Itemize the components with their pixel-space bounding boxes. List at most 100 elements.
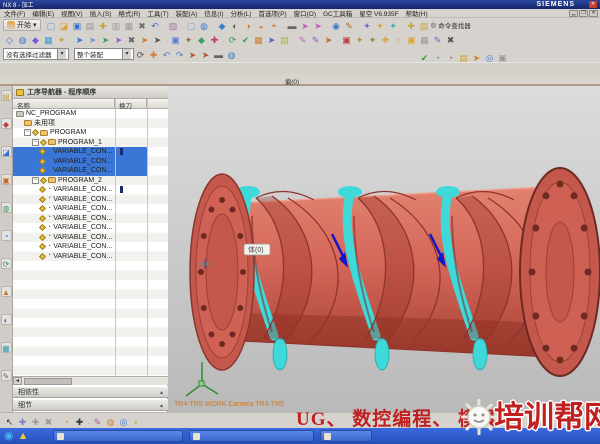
- selection-filter-select[interactable]: 没有选择过滤器 ▾: [3, 48, 69, 60]
- generate-toolpath-icon[interactable]: ⟳: [226, 33, 239, 45]
- undo-small-icon[interactable]: ↶: [160, 48, 173, 60]
- tree-row-VARIABLE_CON...[interactable]: ◔VARIABLE_CON...: [13, 195, 168, 205]
- scrollbar-thumb[interactable]: [24, 378, 72, 385]
- roles-icon[interactable]: ◐: [1, 314, 12, 325]
- tree-row-PROGRAM_1[interactable]: −PROGRAM_1: [13, 138, 168, 148]
- snap-quadrant-icon[interactable]: ➤: [151, 33, 164, 45]
- history-icon[interactable]: ⟳: [1, 258, 12, 269]
- tree-row-PROGRAM_2[interactable]: −PROGRAM_2: [13, 176, 168, 186]
- ring-tool-icon[interactable]: ○: [392, 33, 405, 45]
- gold-doc-icon[interactable]: ▣: [405, 33, 418, 45]
- internet-browser-icon[interactable]: ◔: [1, 230, 12, 241]
- interior-select-icon[interactable]: ✦: [55, 33, 68, 45]
- close-child-icon[interactable]: ✕: [589, 10, 598, 17]
- reuse-library-icon[interactable]: ▣: [1, 174, 12, 185]
- touch-pen-icon[interactable]: ✎: [1, 370, 12, 381]
- minimize-icon[interactable]: ▁: [569, 10, 578, 17]
- taskbar-app-3[interactable]: [320, 430, 372, 442]
- select-component-icon[interactable]: ◆: [29, 33, 42, 45]
- snap-midpoint-icon[interactable]: ➤: [99, 33, 112, 45]
- gold-pin-icon[interactable]: ✚: [379, 33, 392, 45]
- brush-edit-icon[interactable]: ✎: [431, 33, 444, 45]
- constraint-navigator-icon[interactable]: ◆: [1, 118, 12, 129]
- create-operation-icon[interactable]: ✚: [208, 33, 221, 45]
- menu-item-0[interactable]: 文件(F): [4, 11, 25, 18]
- chevron-down-icon[interactable]: ▾: [122, 49, 131, 59]
- snap-off-icon[interactable]: ✖: [125, 33, 138, 45]
- selection-type-filter-icon[interactable]: ◇: [3, 33, 16, 45]
- arrow-up-icon[interactable]: ➤: [199, 48, 212, 60]
- taskbar-app-1[interactable]: [53, 430, 183, 442]
- simulate-machine-icon[interactable]: ▦: [252, 33, 265, 45]
- tree-row-VARIABLE_CON...[interactable]: ◔VARIABLE_CON...: [13, 185, 168, 195]
- verify-toolpath-icon[interactable]: ✔: [239, 33, 252, 45]
- rect-select-icon[interactable]: ▬: [212, 48, 225, 60]
- arrow-down-icon[interactable]: ➤: [186, 48, 199, 60]
- lasso-select-icon[interactable]: ✎: [296, 33, 309, 45]
- lasso-curve-icon[interactable]: ✎: [91, 415, 104, 427]
- close-icon[interactable]: ✕: [589, 1, 597, 8]
- select-cursor-icon[interactable]: ↖: [3, 415, 16, 427]
- add-filter-icon[interactable]: ✚: [147, 48, 160, 60]
- magnifier-icon[interactable]: ◎: [117, 415, 130, 427]
- create-geometry-icon[interactable]: ◆: [195, 33, 208, 45]
- snap-center-icon[interactable]: ➤: [112, 33, 125, 45]
- tree-row-未用项[interactable]: 未用项: [13, 119, 168, 129]
- tree-row-NC_PROGRAM[interactable]: NC_PROGRAM: [13, 109, 168, 119]
- tree-row-VARIABLE_CON...[interactable]: ◔VARIABLE_CON...: [13, 214, 168, 224]
- cancel-icon[interactable]: ✖: [444, 33, 457, 45]
- left-flange[interactable]: [190, 174, 254, 370]
- snap-b-icon[interactable]: ✚: [29, 415, 42, 427]
- tree-row-VARIABLE_CON...[interactable]: ◔VARIABLE_CON...: [13, 157, 168, 167]
- chevron-down-icon[interactable]: ▾: [57, 49, 66, 59]
- details-bar[interactable]: 细节 ▴: [13, 399, 168, 411]
- quick-launch-stack-icon[interactable]: ▲: [18, 429, 29, 443]
- redo-small-icon[interactable]: ↷: [173, 48, 186, 60]
- shop-doc-icon[interactable]: ▤: [278, 33, 291, 45]
- create-tool-icon[interactable]: ✦: [182, 33, 195, 45]
- refresh-filter-icon[interactable]: ⟳: [134, 48, 147, 60]
- tree-row-VARIABLE_CON...[interactable]: ◔VARIABLE_CON...: [13, 242, 168, 252]
- graphics-viewport[interactable]: 体(0) TR4-TR5 WORK Camera TR4-TR5: [168, 86, 600, 412]
- expand-icon[interactable]: −: [24, 129, 31, 136]
- coins-icon[interactable]: ◐: [130, 415, 143, 427]
- create-program-icon[interactable]: ▣: [169, 33, 182, 45]
- post-process-icon[interactable]: ➤: [265, 33, 278, 45]
- expand-icon[interactable]: −: [32, 139, 39, 146]
- tool-move-icon[interactable]: ✦: [366, 33, 379, 45]
- scope-select[interactable]: 整个装配 ▾: [74, 48, 134, 60]
- mcs-display-icon[interactable]: ▣: [340, 33, 353, 45]
- snap-point-icon[interactable]: ➤: [73, 33, 86, 45]
- highlight-hidden-icon[interactable]: ▦: [42, 33, 55, 45]
- right-flange[interactable]: [520, 168, 600, 376]
- color-pie-icon[interactable]: ◔: [60, 415, 73, 427]
- graphics-tab[interactable]: 偏(0): [262, 76, 322, 86]
- taskbar-app-2[interactable]: [189, 430, 314, 442]
- scroll-left-icon[interactable]: ◄: [13, 377, 22, 385]
- column-name[interactable]: 名称: [13, 99, 115, 108]
- tree-row-VARIABLE_CON...[interactable]: ◔VARIABLE_CON...: [13, 223, 168, 233]
- tree-row-VARIABLE_CON...[interactable]: ◔VARIABLE_CON...: [13, 147, 168, 157]
- select-assembly-icon[interactable]: ◍: [16, 33, 29, 45]
- column-toolchange[interactable]: 换刀: [115, 99, 147, 108]
- command-finder-button[interactable]: ◎ 命令查找器: [431, 20, 471, 30]
- tree-row-VARIABLE_CON...[interactable]: ◔VARIABLE_CON...: [13, 204, 168, 214]
- plus-icon[interactable]: ✚: [73, 415, 86, 427]
- assembly-navigator-icon[interactable]: ▤: [1, 90, 12, 101]
- tree-row-VARIABLE_CON...[interactable]: ◔VARIABLE_CON...: [13, 252, 168, 262]
- earth-icon[interactable]: ◍: [225, 48, 238, 60]
- machining-wizard-icon[interactable]: ▲: [1, 286, 12, 297]
- snap-a-icon[interactable]: ✚: [16, 415, 29, 427]
- quick-launch-sphere-icon[interactable]: ◉: [4, 429, 14, 443]
- gray-block-icon[interactable]: ▦: [418, 33, 431, 45]
- expand-icon[interactable]: −: [32, 177, 39, 184]
- tree-row-VARIABLE_CON...[interactable]: ◔VARIABLE_CON...: [13, 233, 168, 243]
- tree-row-PROGRAM[interactable]: −PROGRAM: [13, 128, 168, 138]
- snap-endpoint-icon[interactable]: ➤: [86, 33, 99, 45]
- person-icon[interactable]: ◍: [104, 415, 117, 427]
- hd3d-tool-icon[interactable]: ◍: [1, 202, 12, 213]
- dependencies-bar[interactable]: 相依性 ▴: [13, 386, 168, 398]
- part-navigator-icon[interactable]: ◪: [1, 146, 12, 157]
- snap-c-icon[interactable]: ✖: [42, 415, 55, 427]
- horizontal-scrollbar[interactable]: ◄: [13, 376, 168, 385]
